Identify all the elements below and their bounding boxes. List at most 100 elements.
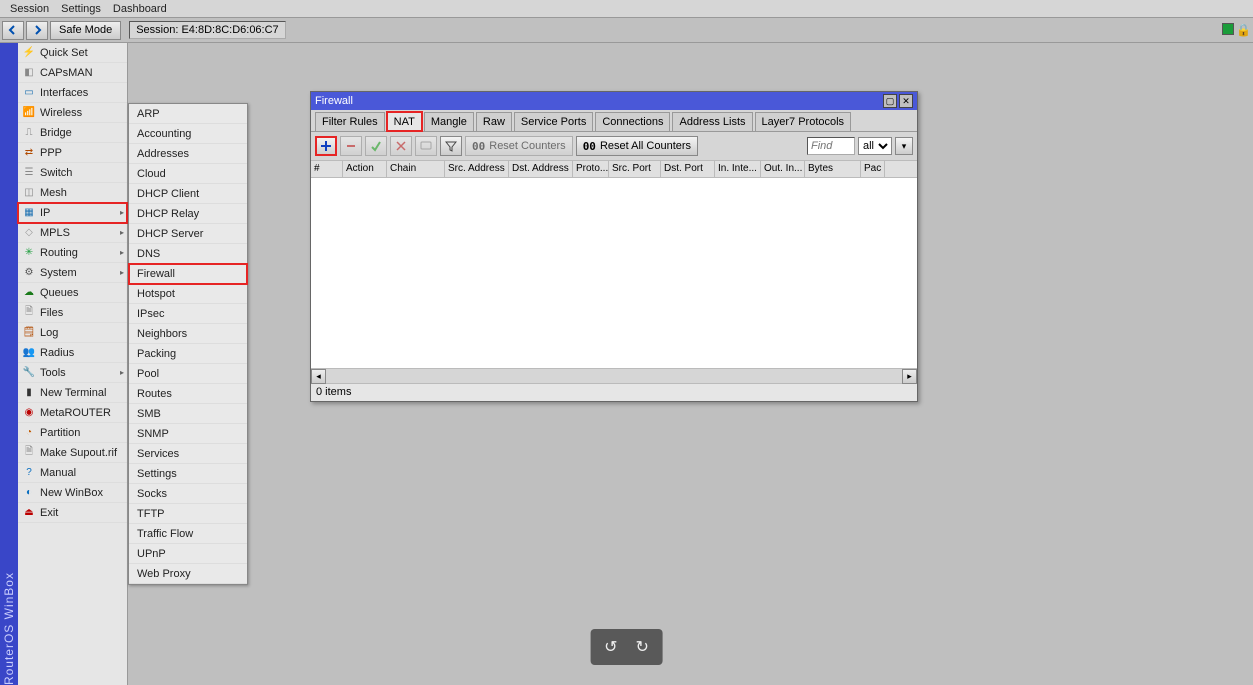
sidebar-item-quick-set[interactable]: ⚡Quick Set (18, 43, 127, 63)
window-titlebar[interactable]: Firewall ▢ ✕ (311, 92, 917, 110)
tab-filter-rules[interactable]: Filter Rules (315, 112, 385, 131)
sidebar-item-label: Queues (40, 287, 79, 299)
reset-counters-button[interactable]: 00Reset Counters (465, 136, 573, 156)
comment-button[interactable] (415, 136, 437, 156)
submenu-item-dhcp-server[interactable]: DHCP Server (129, 224, 247, 244)
safe-mode-button[interactable]: Safe Mode (50, 21, 121, 40)
submenu-item-routes[interactable]: Routes (129, 384, 247, 404)
close-button[interactable]: ✕ (899, 94, 913, 108)
submenu-item-pool[interactable]: Pool (129, 364, 247, 384)
remove-button[interactable] (340, 136, 362, 156)
sidebar-item-label: Bridge (40, 127, 72, 139)
col--[interactable]: # (311, 161, 343, 177)
submenu-item-dns[interactable]: DNS (129, 244, 247, 264)
tab-layer7-protocols[interactable]: Layer7 Protocols (755, 112, 852, 131)
find-input[interactable] (807, 137, 855, 155)
scroll-right-icon[interactable]: ▸ (902, 369, 917, 384)
col-src-address[interactable]: Src. Address (445, 161, 509, 177)
submenu-item-snmp[interactable]: SNMP (129, 424, 247, 444)
col-action[interactable]: Action (343, 161, 387, 177)
col-src-port[interactable]: Src. Port (609, 161, 661, 177)
sidebar-item-ip[interactable]: ▦IP▸ (18, 203, 127, 223)
col-dst-address[interactable]: Dst. Address (509, 161, 573, 177)
refresh-cw-icon[interactable]: ↻ (636, 637, 649, 657)
col-bytes[interactable]: Bytes (805, 161, 861, 177)
submenu-item-packing[interactable]: Packing (129, 344, 247, 364)
sidebar-item-new-terminal[interactable]: ▮New Terminal (18, 383, 127, 403)
submenu-item-settings[interactable]: Settings (129, 464, 247, 484)
sidebar-item-tools[interactable]: 🔧Tools▸ (18, 363, 127, 383)
submenu-item-services[interactable]: Services (129, 444, 247, 464)
firewall-window: Firewall ▢ ✕ Filter RulesNATMangleRawSer… (310, 91, 918, 402)
sidebar-item-make-supout-rif[interactable]: 🗎Make Supout.rif (18, 443, 127, 463)
submenu-item-firewall[interactable]: Firewall (129, 264, 247, 284)
tab-mangle[interactable]: Mangle (424, 112, 474, 131)
submenu-item-smb[interactable]: SMB (129, 404, 247, 424)
submenu-item-upnp[interactable]: UPnP (129, 544, 247, 564)
submenu-item-hotspot[interactable]: Hotspot (129, 284, 247, 304)
submenu-item-dhcp-client[interactable]: DHCP Client (129, 184, 247, 204)
disable-button[interactable] (390, 136, 412, 156)
menu-settings[interactable]: Settings (55, 3, 107, 15)
tab-address-lists[interactable]: Address Lists (672, 112, 752, 131)
submenu-item-addresses[interactable]: Addresses (129, 144, 247, 164)
sidebar-item-label: MetaROUTER (40, 407, 111, 419)
horizontal-scrollbar[interactable]: ◂ ▸ (311, 368, 917, 383)
submenu-item-web-proxy[interactable]: Web Proxy (129, 564, 247, 584)
quick-set-icon: ⚡ (22, 46, 36, 60)
chevron-right-icon: ▸ (120, 208, 124, 217)
submenu-item-accounting[interactable]: Accounting (129, 124, 247, 144)
col-in-inte-[interactable]: In. Inte... (715, 161, 761, 177)
col-pac[interactable]: Pac (861, 161, 885, 177)
submenu-item-arp[interactable]: ARP (129, 104, 247, 124)
filter-button[interactable] (440, 136, 462, 156)
menu-session[interactable]: Session (4, 3, 55, 15)
add-button[interactable] (315, 136, 337, 156)
minimize-button[interactable]: ▢ (883, 94, 897, 108)
redo-button[interactable] (26, 21, 48, 40)
sidebar-item-routing[interactable]: ✳Routing▸ (18, 243, 127, 263)
sidebar-item-ppp[interactable]: ⇄PPP (18, 143, 127, 163)
tab-service-ports[interactable]: Service Ports (514, 112, 593, 131)
filter-dropdown-button[interactable]: ▾ (895, 137, 913, 155)
sidebar-item-radius[interactable]: 👥Radius (18, 343, 127, 363)
tab-raw[interactable]: Raw (476, 112, 512, 131)
tab-connections[interactable]: Connections (595, 112, 670, 131)
sidebar-item-bridge[interactable]: ⎍Bridge (18, 123, 127, 143)
sidebar-item-files[interactable]: 🗎Files (18, 303, 127, 323)
sidebar-item-mesh[interactable]: ◫Mesh (18, 183, 127, 203)
enable-button[interactable] (365, 136, 387, 156)
filter-select[interactable]: all (858, 137, 892, 155)
reset-all-counters-button[interactable]: 00Reset All Counters (576, 136, 698, 156)
sidebar-item-new-winbox[interactable]: ◐New WinBox (18, 483, 127, 503)
sidebar-item-capsman[interactable]: ◧CAPsMAN (18, 63, 127, 83)
submenu-item-dhcp-relay[interactable]: DHCP Relay (129, 204, 247, 224)
col-dst-port[interactable]: Dst. Port (661, 161, 715, 177)
tab-nat[interactable]: NAT (387, 112, 422, 131)
sidebar-item-log[interactable]: 🗒Log (18, 323, 127, 343)
scroll-left-icon[interactable]: ◂ (311, 369, 326, 384)
sidebar-item-switch[interactable]: ☰Switch (18, 163, 127, 183)
sidebar-item-exit[interactable]: ⏏Exit (18, 503, 127, 523)
undo-button[interactable] (2, 21, 24, 40)
submenu-item-tftp[interactable]: TFTP (129, 504, 247, 524)
col-proto-[interactable]: Proto... (573, 161, 609, 177)
submenu-item-neighbors[interactable]: Neighbors (129, 324, 247, 344)
sidebar-item-wireless[interactable]: 📶Wireless (18, 103, 127, 123)
sidebar-item-queues[interactable]: ☁Queues (18, 283, 127, 303)
submenu-item-cloud[interactable]: Cloud (129, 164, 247, 184)
col-chain[interactable]: Chain (387, 161, 445, 177)
sidebar-item-interfaces[interactable]: ▭Interfaces (18, 83, 127, 103)
sidebar-item-mpls[interactable]: ◇MPLS▸ (18, 223, 127, 243)
sidebar-item-manual[interactable]: ?Manual (18, 463, 127, 483)
manual-icon: ? (22, 466, 36, 480)
col-out-in-[interactable]: Out. In... (761, 161, 805, 177)
menu-dashboard[interactable]: Dashboard (107, 3, 173, 15)
submenu-item-socks[interactable]: Socks (129, 484, 247, 504)
sidebar-item-metarouter[interactable]: ◉MetaROUTER (18, 403, 127, 423)
refresh-ccw-icon[interactable]: ↺ (604, 637, 617, 657)
sidebar-item-system[interactable]: ⚙System▸ (18, 263, 127, 283)
submenu-item-ipsec[interactable]: IPsec (129, 304, 247, 324)
sidebar-item-partition[interactable]: ◔Partition (18, 423, 127, 443)
submenu-item-traffic-flow[interactable]: Traffic Flow (129, 524, 247, 544)
